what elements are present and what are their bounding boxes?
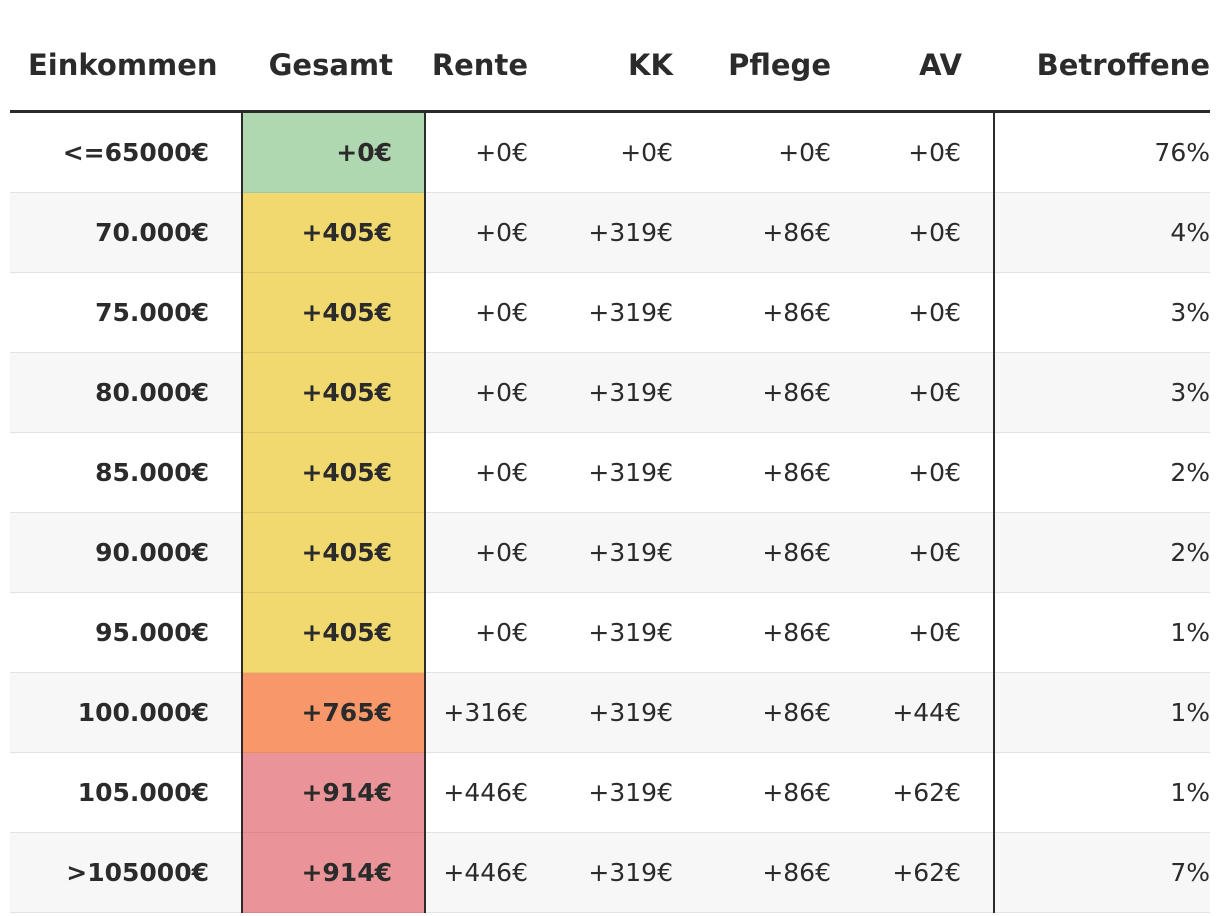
cell-gesamt: +405€ [241,352,426,433]
cell-betroffene: 4% [993,192,1210,273]
cell-av: +62€ [863,832,994,913]
header-gesamt[interactable]: Gesamt [242,26,425,113]
cell-einkommen: 95.000€ [10,592,242,673]
cell-rente: +0€ [425,272,560,353]
cell-av: +0€ [863,592,994,673]
cell-betroffene: 76% [993,111,1210,193]
contribution-table-container: Einkommen Gesamt Rente KK Pflege AV Betr… [10,26,1210,913]
cell-pflege: +86€ [705,592,863,673]
cell-gesamt: +405€ [241,272,426,353]
table-row: 100.000€ +765€ +316€ +319€ +86€ +44€ 1% [10,672,1210,753]
cell-rente: +446€ [425,752,560,833]
cell-gesamt: +0€ [241,111,426,193]
cell-kk: +319€ [560,672,705,753]
cell-av: +0€ [863,432,994,513]
cell-kk: +319€ [560,752,705,833]
cell-betroffene: 3% [993,272,1210,353]
cell-kk: +319€ [560,352,705,433]
table-header: Einkommen Gesamt Rente KK Pflege AV Betr… [10,26,1210,113]
table-row: 85.000€ +405€ +0€ +319€ +86€ +0€ 2% [10,432,1210,513]
cell-betroffene: 1% [993,672,1210,753]
cell-rente: +0€ [425,352,560,433]
cell-av: +44€ [863,672,994,753]
cell-pflege: +86€ [705,272,863,353]
cell-pflege: +86€ [705,512,863,593]
cell-pflege: +86€ [705,752,863,833]
cell-einkommen: 105.000€ [10,752,242,833]
cell-gesamt: +914€ [241,832,426,913]
table-row: 95.000€ +405€ +0€ +319€ +86€ +0€ 1% [10,592,1210,673]
table-row: 105.000€ +914€ +446€ +319€ +86€ +62€ 1% [10,752,1210,833]
table-row: <=65000€ +0€ +0€ +0€ +0€ +0€ 76% [10,111,1210,193]
cell-einkommen: <=65000€ [10,111,242,193]
cell-gesamt: +405€ [241,432,426,513]
cell-betroffene: 2% [993,432,1210,513]
cell-gesamt: +405€ [241,512,426,593]
cell-av: +0€ [863,352,994,433]
cell-rente: +0€ [425,512,560,593]
cell-pflege: +86€ [705,432,863,513]
cell-einkommen: 85.000€ [10,432,242,513]
cell-pflege: +0€ [705,111,863,193]
cell-pflege: +86€ [705,192,863,273]
cell-einkommen: >105000€ [10,832,242,913]
header-pflege[interactable]: Pflege [705,26,863,113]
cell-av: +0€ [863,111,994,193]
cell-rente: +446€ [425,832,560,913]
cell-kk: +319€ [560,832,705,913]
cell-betroffene: 1% [993,752,1210,833]
table-row: >105000€ +914€ +446€ +319€ +86€ +62€ 7% [10,832,1210,913]
table-row: 80.000€ +405€ +0€ +319€ +86€ +0€ 3% [10,352,1210,433]
cell-einkommen: 70.000€ [10,192,242,273]
header-av[interactable]: AV [863,26,994,113]
cell-einkommen: 75.000€ [10,272,242,353]
cell-einkommen: 100.000€ [10,672,242,753]
cell-betroffene: 7% [993,832,1210,913]
cell-gesamt: +765€ [241,672,426,753]
table-row: 70.000€ +405€ +0€ +319€ +86€ +0€ 4% [10,192,1210,273]
cell-pflege: +86€ [705,352,863,433]
cell-av: +0€ [863,192,994,273]
cell-kk: +319€ [560,512,705,593]
cell-rente: +0€ [425,432,560,513]
cell-pflege: +86€ [705,832,863,913]
cell-betroffene: 2% [993,512,1210,593]
table-body: <=65000€ +0€ +0€ +0€ +0€ +0€ 76% 70.000€ +405€ +0… [10,111,1210,913]
header-rente[interactable]: Rente [425,26,560,113]
cell-betroffene: 1% [993,592,1210,673]
header-einkommen[interactable]: Einkommen [10,26,242,113]
cell-gesamt: +914€ [241,752,426,833]
cell-kk: +319€ [560,272,705,353]
cell-einkommen: 90.000€ [10,512,242,593]
cell-av: +62€ [863,752,994,833]
cell-kk: +319€ [560,192,705,273]
table-row: 90.000€ +405€ +0€ +319€ +86€ +0€ 2% [10,512,1210,593]
cell-rente: +316€ [425,672,560,753]
cell-betroffene: 3% [993,352,1210,433]
cell-kk: +0€ [560,111,705,193]
cell-pflege: +86€ [705,672,863,753]
cell-gesamt: +405€ [241,592,426,673]
header-row: Einkommen Gesamt Rente KK Pflege AV Betr… [10,26,1210,113]
table-row: 75.000€ +405€ +0€ +319€ +86€ +0€ 3% [10,272,1210,353]
cell-kk: +319€ [560,592,705,673]
cell-rente: +0€ [425,192,560,273]
cell-rente: +0€ [425,111,560,193]
cell-gesamt: +405€ [241,192,426,273]
header-betroffene[interactable]: Betroffene [994,26,1210,113]
cell-av: +0€ [863,272,994,353]
contribution-table: Einkommen Gesamt Rente KK Pflege AV Betr… [10,26,1210,913]
cell-kk: +319€ [560,432,705,513]
cell-rente: +0€ [425,592,560,673]
cell-einkommen: 80.000€ [10,352,242,433]
header-kk[interactable]: KK [560,26,705,113]
cell-av: +0€ [863,512,994,593]
